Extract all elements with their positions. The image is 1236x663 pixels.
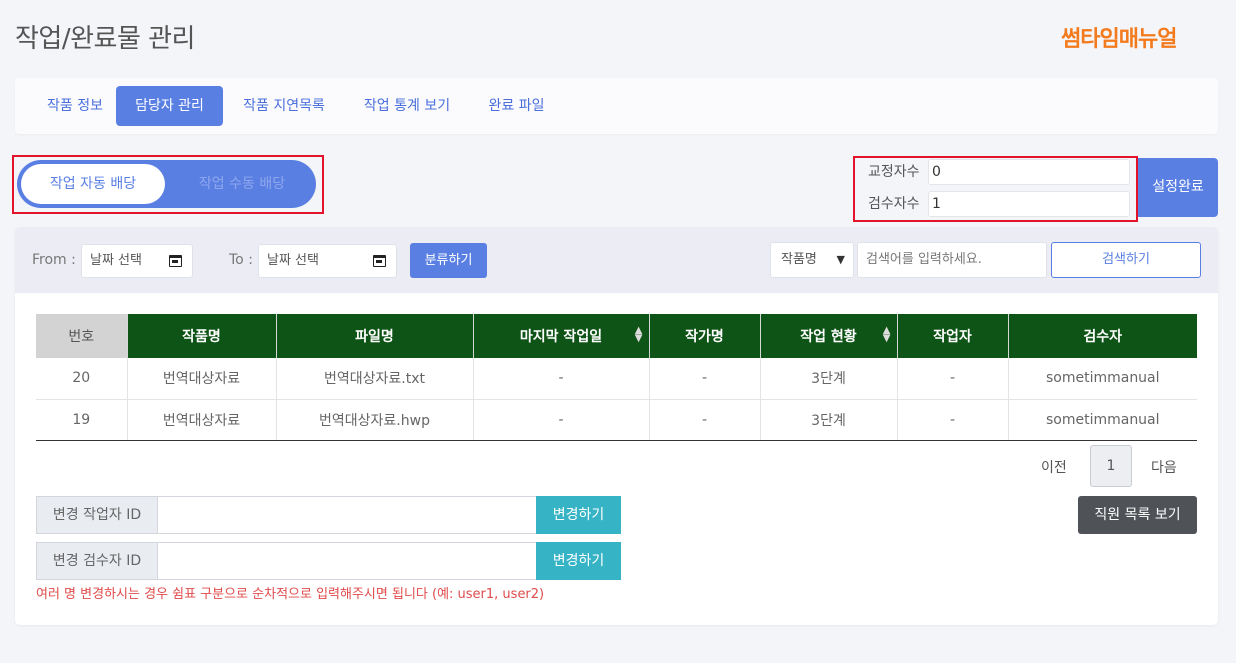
tab-assignee-management[interactable]: 담당자 관리 bbox=[116, 86, 223, 126]
pager-next[interactable]: 다음 bbox=[1151, 457, 1177, 477]
sort-icon[interactable]: ▲ ▼ bbox=[635, 326, 643, 344]
tab-delayed-list[interactable]: 작품 지연목록 bbox=[237, 86, 331, 126]
proofreader-count-label: 교정자수 bbox=[868, 164, 920, 180]
to-date-input[interactable]: 날짜 선택 bbox=[258, 244, 397, 278]
change-worker-id-input[interactable] bbox=[157, 496, 537, 534]
header-work-title[interactable]: 작품명 bbox=[127, 314, 277, 358]
change-hint-text: 여러 명 변경하시는 경우 쉼표 구분으로 순차적으로 입력해주시면 됩니다 (… bbox=[36, 587, 545, 602]
to-date-placeholder: 날짜 선택 bbox=[267, 253, 319, 268]
header-work-status[interactable]: 작업 현황 ▲ ▼ bbox=[760, 314, 898, 358]
tab-completed-files[interactable]: 완료 파일 bbox=[485, 86, 548, 126]
settings-done-button[interactable]: 설정완료 bbox=[1138, 158, 1218, 217]
header-last-work-date[interactable]: 마지막 작업일 ▲ ▼ bbox=[473, 314, 650, 358]
header-file-name[interactable]: 파일명 bbox=[276, 314, 474, 358]
cell-number: 19 bbox=[36, 399, 128, 441]
search-button[interactable]: 검색하기 bbox=[1051, 242, 1201, 278]
cell-work-status: 3단계 bbox=[760, 399, 898, 441]
change-reviewer-id-input[interactable] bbox=[157, 542, 537, 580]
proofreader-count-input[interactable]: 0 bbox=[928, 159, 1130, 185]
from-label: From : bbox=[32, 252, 76, 268]
tab-work-info[interactable]: 작품 정보 bbox=[39, 86, 111, 126]
change-reviewer-id-label: 변경 검수자 ID bbox=[36, 542, 158, 580]
cell-work-title: 번역대상자료 bbox=[127, 399, 277, 441]
filter-bar: From : 날짜 선택 To : 날짜 선택 분류하기 작품명 ▼ 검색어를 … bbox=[15, 227, 1218, 293]
from-date-placeholder: 날짜 선택 bbox=[90, 253, 142, 268]
cell-author: - bbox=[649, 358, 761, 400]
tab-work-statistics[interactable]: 작업 통계 보기 bbox=[360, 86, 454, 126]
table-row[interactable]: 19 번역대상자료 번역대상자료.hwp - - 3단계 - sometimma… bbox=[36, 399, 1197, 441]
auto-assign-option[interactable]: 작업 자동 배당 bbox=[21, 164, 165, 204]
change-worker-id-label: 변경 작업자 ID bbox=[36, 496, 158, 534]
cell-author: - bbox=[649, 399, 761, 441]
search-field-selected: 작품명 bbox=[781, 252, 817, 267]
chevron-down-icon: ▼ bbox=[836, 253, 845, 266]
cell-work-title: 번역대상자료 bbox=[127, 358, 277, 400]
cell-reviewer: sometimmanual bbox=[1008, 358, 1197, 400]
cell-worker: - bbox=[897, 358, 1009, 400]
from-date-input[interactable]: 날짜 선택 bbox=[81, 244, 193, 278]
brand-logo[interactable]: 썸타임매뉴얼 bbox=[1061, 21, 1177, 53]
tab-bar: 작품 정보 담당자 관리 작품 지연목록 작업 통계 보기 완료 파일 bbox=[15, 78, 1218, 134]
cell-file-name: 번역대상자료.txt bbox=[276, 358, 474, 400]
table-header-row: 번호 작품명 파일명 마지막 작업일 ▲ ▼ 작가명 작업 현황 ▲ ▼ 작업자 검수자 bbox=[36, 314, 1197, 358]
calendar-icon[interactable] bbox=[373, 255, 386, 267]
page-title: 작업/완료물 관리 bbox=[15, 24, 195, 54]
table-row[interactable]: 20 번역대상자료 번역대상자료.txt - - 3단계 - sometimma… bbox=[36, 358, 1197, 400]
cell-reviewer: sometimmanual bbox=[1008, 399, 1197, 441]
cell-file-name: 번역대상자료.hwp bbox=[276, 399, 474, 441]
change-worker-button[interactable]: 변경하기 bbox=[536, 496, 621, 534]
cell-last-work-date: - bbox=[473, 358, 650, 400]
cell-last-work-date: - bbox=[473, 399, 650, 441]
cell-number: 20 bbox=[36, 358, 128, 400]
search-field-select[interactable]: 작품명 ▼ bbox=[770, 242, 854, 278]
assignment-table: 번호 작품명 파일명 마지막 작업일 ▲ ▼ 작가명 작업 현황 ▲ ▼ 작업자 검수자… bbox=[36, 314, 1197, 441]
assign-mode-toggle[interactable]: 작업 자동 배당 작업 수동 배당 bbox=[17, 160, 316, 208]
manual-assign-option[interactable]: 작업 수동 배당 bbox=[177, 164, 307, 204]
classify-button[interactable]: 분류하기 bbox=[410, 243, 487, 278]
header-work-status-label: 작업 현황 bbox=[800, 329, 857, 345]
header-worker[interactable]: 작업자 bbox=[897, 314, 1009, 358]
change-reviewer-button[interactable]: 변경하기 bbox=[536, 542, 621, 580]
cell-worker: - bbox=[897, 399, 1009, 441]
reviewer-count-input[interactable]: 1 bbox=[928, 191, 1130, 217]
staff-list-button[interactable]: 직원 목록 보기 bbox=[1078, 496, 1197, 534]
header-reviewer[interactable]: 검수자 bbox=[1008, 314, 1197, 358]
search-input[interactable]: 검색어를 입력하세요. bbox=[857, 242, 1047, 278]
header-author[interactable]: 작가명 bbox=[649, 314, 761, 358]
pager-prev[interactable]: 이전 bbox=[1041, 457, 1067, 477]
to-label: To : bbox=[229, 252, 253, 268]
header-last-work-date-label: 마지막 작업일 bbox=[519, 329, 603, 345]
reviewer-count-label: 검수자수 bbox=[868, 196, 920, 212]
sort-icon[interactable]: ▲ ▼ bbox=[883, 326, 891, 344]
cell-work-status: 3단계 bbox=[760, 358, 898, 400]
header-number[interactable]: 번호 bbox=[36, 314, 128, 358]
calendar-icon[interactable] bbox=[169, 255, 182, 267]
main-card: From : 날짜 선택 To : 날짜 선택 분류하기 작품명 ▼ 검색어를 … bbox=[15, 227, 1218, 625]
pager-page-1[interactable]: 1 bbox=[1090, 445, 1132, 487]
